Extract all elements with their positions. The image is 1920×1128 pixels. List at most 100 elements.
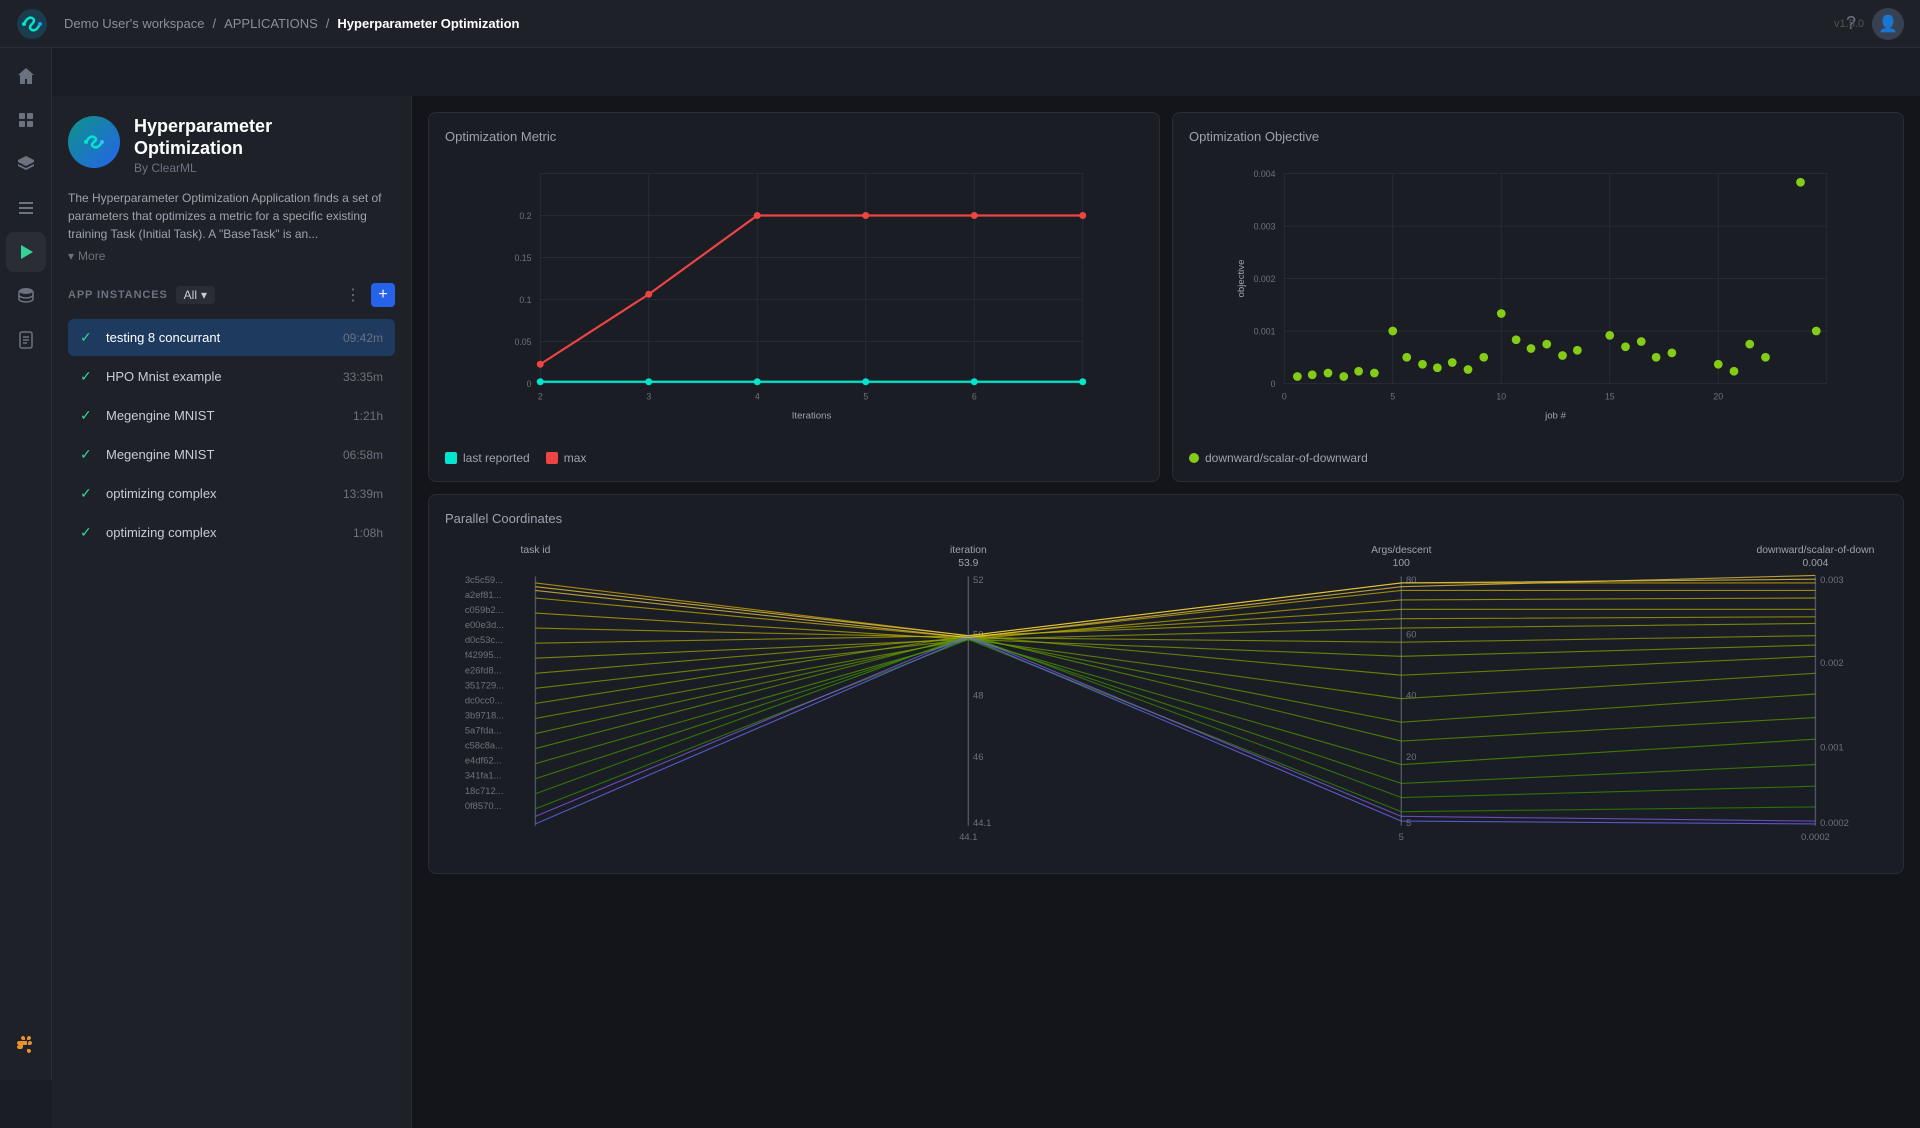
svg-text:5: 5 bbox=[1406, 817, 1411, 828]
left-panel: HyperparameterOptimization By ClearML Th… bbox=[52, 96, 412, 1128]
experiments-icon[interactable] bbox=[6, 100, 46, 140]
svg-text:0.003: 0.003 bbox=[1254, 222, 1276, 232]
svg-text:Iterations: Iterations bbox=[792, 411, 832, 422]
svg-text:job #: job # bbox=[1544, 411, 1566, 422]
svg-text:downward/scalar-of-down: downward/scalar-of-down bbox=[1756, 545, 1874, 556]
home-icon[interactable] bbox=[6, 56, 46, 96]
breadcrumb: Demo User's workspace / APPLICATIONS / H… bbox=[64, 16, 519, 31]
reports-icon[interactable] bbox=[6, 320, 46, 360]
svg-text:objective: objective bbox=[1236, 260, 1247, 298]
svg-text:0.004: 0.004 bbox=[1254, 169, 1276, 179]
svg-text:48: 48 bbox=[973, 690, 983, 701]
svg-text:351729...: 351729... bbox=[465, 679, 504, 690]
instance-item[interactable]: ✓ testing 8 concurrant 09:42m bbox=[68, 319, 395, 356]
svg-text:f42995...: f42995... bbox=[465, 649, 502, 660]
svg-text:3c5c59...: 3c5c59... bbox=[465, 574, 503, 585]
slack-icon[interactable] bbox=[6, 1024, 46, 1064]
svg-text:iteration: iteration bbox=[950, 545, 987, 556]
svg-text:0.002: 0.002 bbox=[1820, 657, 1844, 668]
svg-text:5: 5 bbox=[1390, 391, 1395, 401]
filter-button[interactable]: All ▾ bbox=[176, 286, 215, 304]
svg-text:0.001: 0.001 bbox=[1254, 327, 1276, 337]
legend-color bbox=[1189, 453, 1199, 463]
svg-text:0.004: 0.004 bbox=[1802, 558, 1828, 569]
navbar: Demo User's workspace / APPLICATIONS / H… bbox=[0, 0, 1920, 48]
legend-last-reported: last reported bbox=[445, 451, 530, 465]
instance-time: 06:58m bbox=[343, 448, 383, 462]
instance-name: Megengine MNIST bbox=[106, 408, 343, 423]
svg-text:e00e3d...: e00e3d... bbox=[465, 619, 504, 630]
applications-icon[interactable] bbox=[6, 232, 46, 272]
check-icon: ✓ bbox=[80, 329, 96, 346]
svg-text:20: 20 bbox=[1713, 391, 1723, 401]
app-title-block: HyperparameterOptimization By ClearML bbox=[134, 116, 272, 175]
sidebar-bottom bbox=[6, 1024, 46, 1072]
svg-text:0.1: 0.1 bbox=[519, 295, 531, 305]
instance-name: Megengine MNIST bbox=[106, 447, 333, 462]
instance-time: 09:42m bbox=[343, 331, 383, 345]
content-area: Optimization Metric 0 0.05 0.1 bbox=[412, 96, 1920, 1128]
more-link[interactable]: ▾ More bbox=[68, 249, 395, 263]
svg-text:0.05: 0.05 bbox=[514, 337, 531, 347]
check-icon: ✓ bbox=[80, 446, 96, 463]
parallel-coordinates-card: Parallel Coordinates task id iteration 5… bbox=[428, 494, 1904, 874]
pipeline-icon[interactable] bbox=[6, 188, 46, 228]
svg-text:e26fd8...: e26fd8... bbox=[465, 664, 502, 675]
instance-item[interactable]: ✓ Megengine MNIST 1:21h bbox=[68, 397, 395, 434]
svg-text:5a7fda...: 5a7fda... bbox=[465, 725, 502, 736]
navbar-right: v1.5.0 ? 👤 bbox=[1846, 8, 1904, 40]
check-icon: ✓ bbox=[80, 485, 96, 502]
apps-link[interactable]: APPLICATIONS bbox=[224, 16, 318, 31]
instance-time: 33:35m bbox=[343, 370, 383, 384]
svg-text:60: 60 bbox=[1406, 629, 1416, 640]
legend-downward: downward/scalar-of-downward bbox=[1189, 451, 1368, 465]
user-avatar[interactable]: 👤 bbox=[1872, 8, 1904, 40]
svg-text:c58c8a...: c58c8a... bbox=[465, 740, 503, 751]
instance-item[interactable]: ✓ Megengine MNIST 06:58m bbox=[68, 436, 395, 473]
optimization-objective-title: Optimization Objective bbox=[1189, 129, 1887, 144]
workspace-link[interactable]: Demo User's workspace bbox=[64, 16, 204, 31]
instance-item[interactable]: ✓ optimizing complex 13:39m bbox=[68, 475, 395, 512]
svg-text:0.003: 0.003 bbox=[1820, 574, 1844, 585]
svg-text:40: 40 bbox=[1406, 690, 1416, 701]
instance-item[interactable]: ✓ optimizing complex 1:08h bbox=[68, 514, 395, 551]
svg-text:6: 6 bbox=[972, 391, 977, 401]
app-icon bbox=[68, 116, 120, 168]
data-management-icon[interactable] bbox=[6, 276, 46, 316]
instance-time: 13:39m bbox=[343, 487, 383, 501]
version-label: v1.5.0 bbox=[1834, 18, 1864, 30]
instances-list: ✓ testing 8 concurrant 09:42m ✓ HPO Mnis… bbox=[68, 319, 395, 551]
svg-text:a2ef81...: a2ef81... bbox=[465, 589, 502, 600]
app-author: By ClearML bbox=[134, 161, 272, 175]
legend-color bbox=[445, 452, 457, 464]
instances-actions: ⋮ + bbox=[341, 283, 395, 307]
instance-name: testing 8 concurrant bbox=[106, 330, 333, 345]
svg-text:d0c53c...: d0c53c... bbox=[465, 634, 503, 645]
legend-label: max bbox=[564, 451, 587, 465]
app-description: The Hyperparameter Optimization Applicat… bbox=[68, 189, 395, 243]
svg-text:0.0002: 0.0002 bbox=[1801, 831, 1830, 842]
instance-item[interactable]: ✓ HPO Mnist example 33:35m bbox=[68, 358, 395, 395]
legend-color bbox=[546, 452, 558, 464]
svg-text:c059b2...: c059b2... bbox=[465, 604, 504, 615]
clearml-logo[interactable] bbox=[16, 8, 48, 40]
app-header: HyperparameterOptimization By ClearML bbox=[68, 116, 395, 175]
add-instance-button[interactable]: + bbox=[371, 283, 395, 307]
current-page: Hyperparameter Optimization bbox=[337, 16, 519, 31]
sidebar bbox=[0, 48, 52, 1080]
svg-text:20: 20 bbox=[1406, 751, 1416, 762]
legend-label: downward/scalar-of-downward bbox=[1205, 451, 1368, 465]
svg-text:44.1: 44.1 bbox=[959, 831, 977, 842]
instances-menu-button[interactable]: ⋮ bbox=[341, 283, 365, 307]
instance-time: 1:21h bbox=[353, 409, 383, 423]
svg-text:0: 0 bbox=[527, 379, 532, 389]
svg-text:4: 4 bbox=[755, 391, 760, 401]
parallel-coordinates-svg: task id iteration 53.9 Args/descent 100 … bbox=[445, 534, 1887, 854]
svg-text:2: 2 bbox=[538, 391, 543, 401]
optimization-metric-title: Optimization Metric bbox=[445, 129, 1143, 144]
svg-text:0f8570...: 0f8570... bbox=[465, 800, 502, 811]
layers-icon[interactable] bbox=[6, 144, 46, 184]
check-icon: ✓ bbox=[80, 407, 96, 424]
sep2: / bbox=[326, 16, 330, 31]
svg-text:100: 100 bbox=[1393, 558, 1411, 569]
